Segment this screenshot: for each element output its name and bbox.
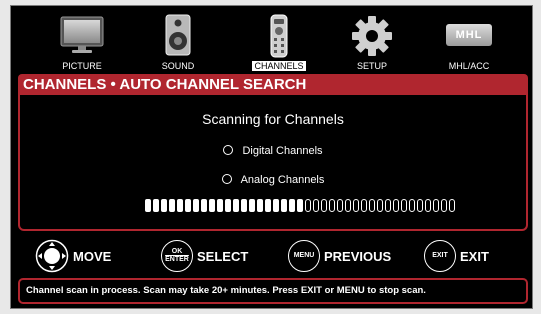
menu-item-mhl-acc[interactable]: MHL MHL/ACC [431,12,507,72]
progress-block-empty [417,199,423,212]
enter-text: ENTER [165,256,189,263]
progress-block-empty [401,199,407,212]
progress-block-empty [433,199,439,212]
progress-block-filled [241,199,247,212]
scan-panel: Scanning for Channels Digital Channels A… [18,95,528,231]
progress-block-empty [441,199,447,212]
analog-channels-label: Analog Channels [240,174,325,186]
progress-block-empty [337,199,343,212]
progress-block-filled [233,199,239,212]
progress-block-filled [145,199,151,212]
digital-channels-option[interactable]: Digital Channels [20,145,526,157]
exit-label: EXIT [460,248,489,264]
progress-block-empty [329,199,335,212]
progress-block-filled [289,199,295,212]
status-message: Channel scan in process. Scan may take 2… [18,278,528,304]
progress-block-empty [385,199,391,212]
mhl-logo-text: MHL [455,29,483,41]
progress-block-empty [393,199,399,212]
page-title: CHANNELS • AUTO CHANNEL SEARCH [18,74,528,95]
move-label: MOVE [73,248,112,264]
progress-block-filled [209,199,215,212]
top-menu: PICTURE SOUND CHANNELS SETUP MHL MHL/ACC [11,6,532,72]
progress-block-filled [257,199,263,212]
gear-icon [352,16,392,56]
ok-enter-button-icon: OK ENTER [161,240,193,272]
menu-button-icon: MENU [288,240,320,272]
speaker-icon [165,14,191,56]
analog-channels-option[interactable]: Analog Channels [20,174,526,186]
progress-block-empty [345,199,351,212]
progress-block-empty [425,199,431,212]
tv-icon [60,16,104,53]
progress-block-filled [273,199,279,212]
digital-channels-label: Digital Channels [242,145,323,157]
exit-circle-text: EXIT [432,252,448,259]
menu-item-channels[interactable]: CHANNELS [241,12,317,72]
digital-radio[interactable] [223,145,234,155]
previous-label: PREVIOUS [324,248,392,264]
menu-text: MENU [293,252,315,259]
progress-block-empty [313,199,319,212]
progress-block-empty [361,199,367,212]
progress-block-filled [185,199,191,212]
remote-icon [270,14,288,58]
mhl-icon: MHL [446,24,492,46]
menu-label-channels: CHANNELS [252,61,306,71]
progress-block-empty [321,199,327,212]
progress-block-filled [169,199,175,212]
menu-item-setup[interactable]: SETUP [334,12,410,72]
progress-block-empty [369,199,375,212]
tv-screen: PICTURE SOUND CHANNELS SETUP MHL MHL/ACC… [10,5,533,309]
exit-control[interactable]: EXIT EXIT [424,238,489,274]
progress-block-empty [353,199,359,212]
progress-block-filled [249,199,255,212]
progress-block-filled [193,199,199,212]
select-label: SELECT [197,248,249,264]
progress-block-filled [297,199,303,212]
analog-radio[interactable] [221,174,232,184]
previous-control[interactable]: MENU PREVIOUS [288,238,391,274]
scan-progress-bar [145,195,457,212]
menu-item-sound[interactable]: SOUND [140,12,216,72]
progress-block-filled [225,199,231,212]
progress-block-empty [305,199,311,212]
menu-label-mhl-acc: MHL/ACC [448,61,490,71]
scan-title: Scanning for Channels [202,111,344,127]
progress-block-empty [449,199,455,212]
menu-label-picture: PICTURE [62,61,102,71]
dpad-icon [35,239,69,273]
move-control[interactable]: MOVE [35,238,111,274]
menu-label-sound: SOUND [161,61,195,71]
progress-block-filled [265,199,271,212]
menu-label-setup: SETUP [356,61,387,71]
progress-block-filled [161,199,167,212]
progress-block-empty [409,199,415,212]
select-control[interactable]: OK ENTER SELECT [161,238,248,274]
progress-block-filled [177,199,183,212]
progress-block-empty [377,199,383,212]
progress-block-filled [281,199,287,212]
menu-item-picture[interactable]: PICTURE [44,12,120,72]
progress-block-filled [153,199,159,212]
exit-button-icon: EXIT [424,240,456,272]
progress-block-filled [217,199,223,212]
control-bar: MOVE OK ENTER SELECT MENU PREVIOUS EXIT … [11,238,532,274]
progress-block-filled [201,199,207,212]
ok-text: OK [171,248,183,255]
